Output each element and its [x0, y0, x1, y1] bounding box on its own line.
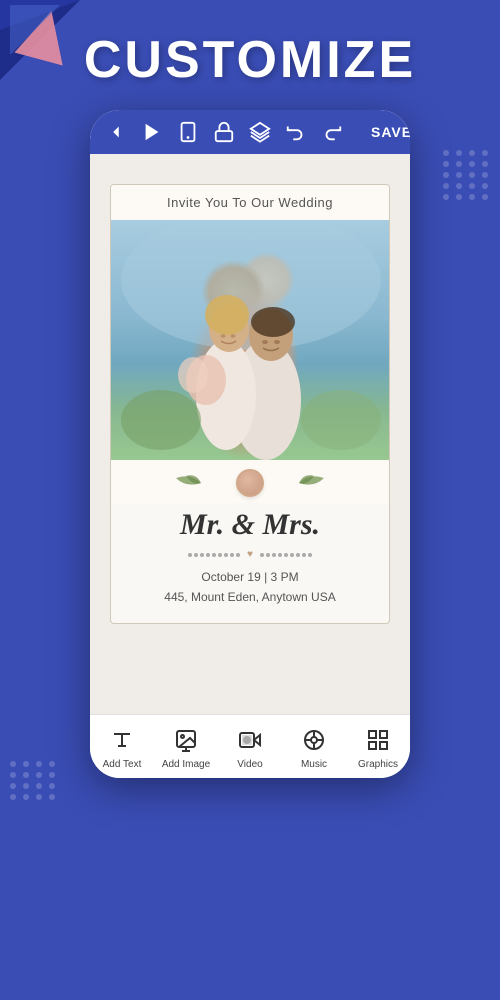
video-label: Video: [237, 759, 262, 770]
phone-mockup: SAVE Invite You To Our Wedding: [90, 110, 410, 778]
event-info: October 19 | 3 PM 445, Mount Eden, Anyto…: [111, 562, 389, 623]
redo-button[interactable]: [321, 120, 343, 144]
tool-add-text[interactable]: Add Text: [90, 725, 154, 770]
layers-button[interactable]: [249, 120, 271, 144]
page-title-section: CUSTOMIZE: [0, 0, 500, 100]
dots-decoration-left: [10, 761, 57, 800]
back-button[interactable]: [105, 120, 127, 144]
dots-decoration-right: [443, 150, 490, 200]
device-button[interactable]: [177, 120, 199, 144]
leaf-decoration: [171, 468, 329, 498]
dots-divider: ♥: [111, 547, 389, 562]
add-image-label: Add Image: [162, 759, 210, 770]
tool-add-image[interactable]: Add Image: [154, 725, 218, 770]
couple-names: Mr. & Mrs.: [111, 503, 389, 547]
save-button[interactable]: SAVE: [371, 124, 410, 140]
gem-decoration: [236, 469, 264, 497]
undo-button[interactable]: [285, 120, 307, 144]
music-icon: [299, 725, 329, 755]
add-image-icon: [171, 725, 201, 755]
tool-graphics[interactable]: Graphics: [346, 725, 410, 770]
page-title: CUSTOMIZE: [20, 30, 480, 90]
lock-button[interactable]: [213, 120, 235, 144]
video-icon: [235, 725, 265, 755]
music-label: Music: [301, 759, 327, 770]
add-text-icon: [107, 725, 137, 755]
play-button[interactable]: [141, 120, 163, 144]
event-date: October 19 | 3 PM: [121, 567, 379, 587]
add-text-label: Add Text: [103, 759, 142, 770]
graphics-label: Graphics: [358, 759, 398, 770]
event-location: 445, Mount Eden, Anytown USA: [121, 587, 379, 607]
heart-decoration: ♥: [247, 549, 253, 560]
card-header-text: Invite You To Our Wedding: [111, 185, 389, 220]
card-photo-area: [111, 220, 389, 460]
editor-toolbar: SAVE: [90, 110, 410, 154]
tool-video[interactable]: Video: [218, 725, 282, 770]
bottom-toolbar: Add Text Add Image: [90, 714, 410, 778]
card-divider: [111, 460, 389, 503]
tool-music[interactable]: Music: [282, 725, 346, 770]
couple-photo: [111, 220, 389, 460]
graphics-icon: [363, 725, 393, 755]
wedding-card: Invite You To Our Wedding: [110, 184, 390, 624]
editor-canvas: Invite You To Our Wedding: [90, 154, 410, 714]
